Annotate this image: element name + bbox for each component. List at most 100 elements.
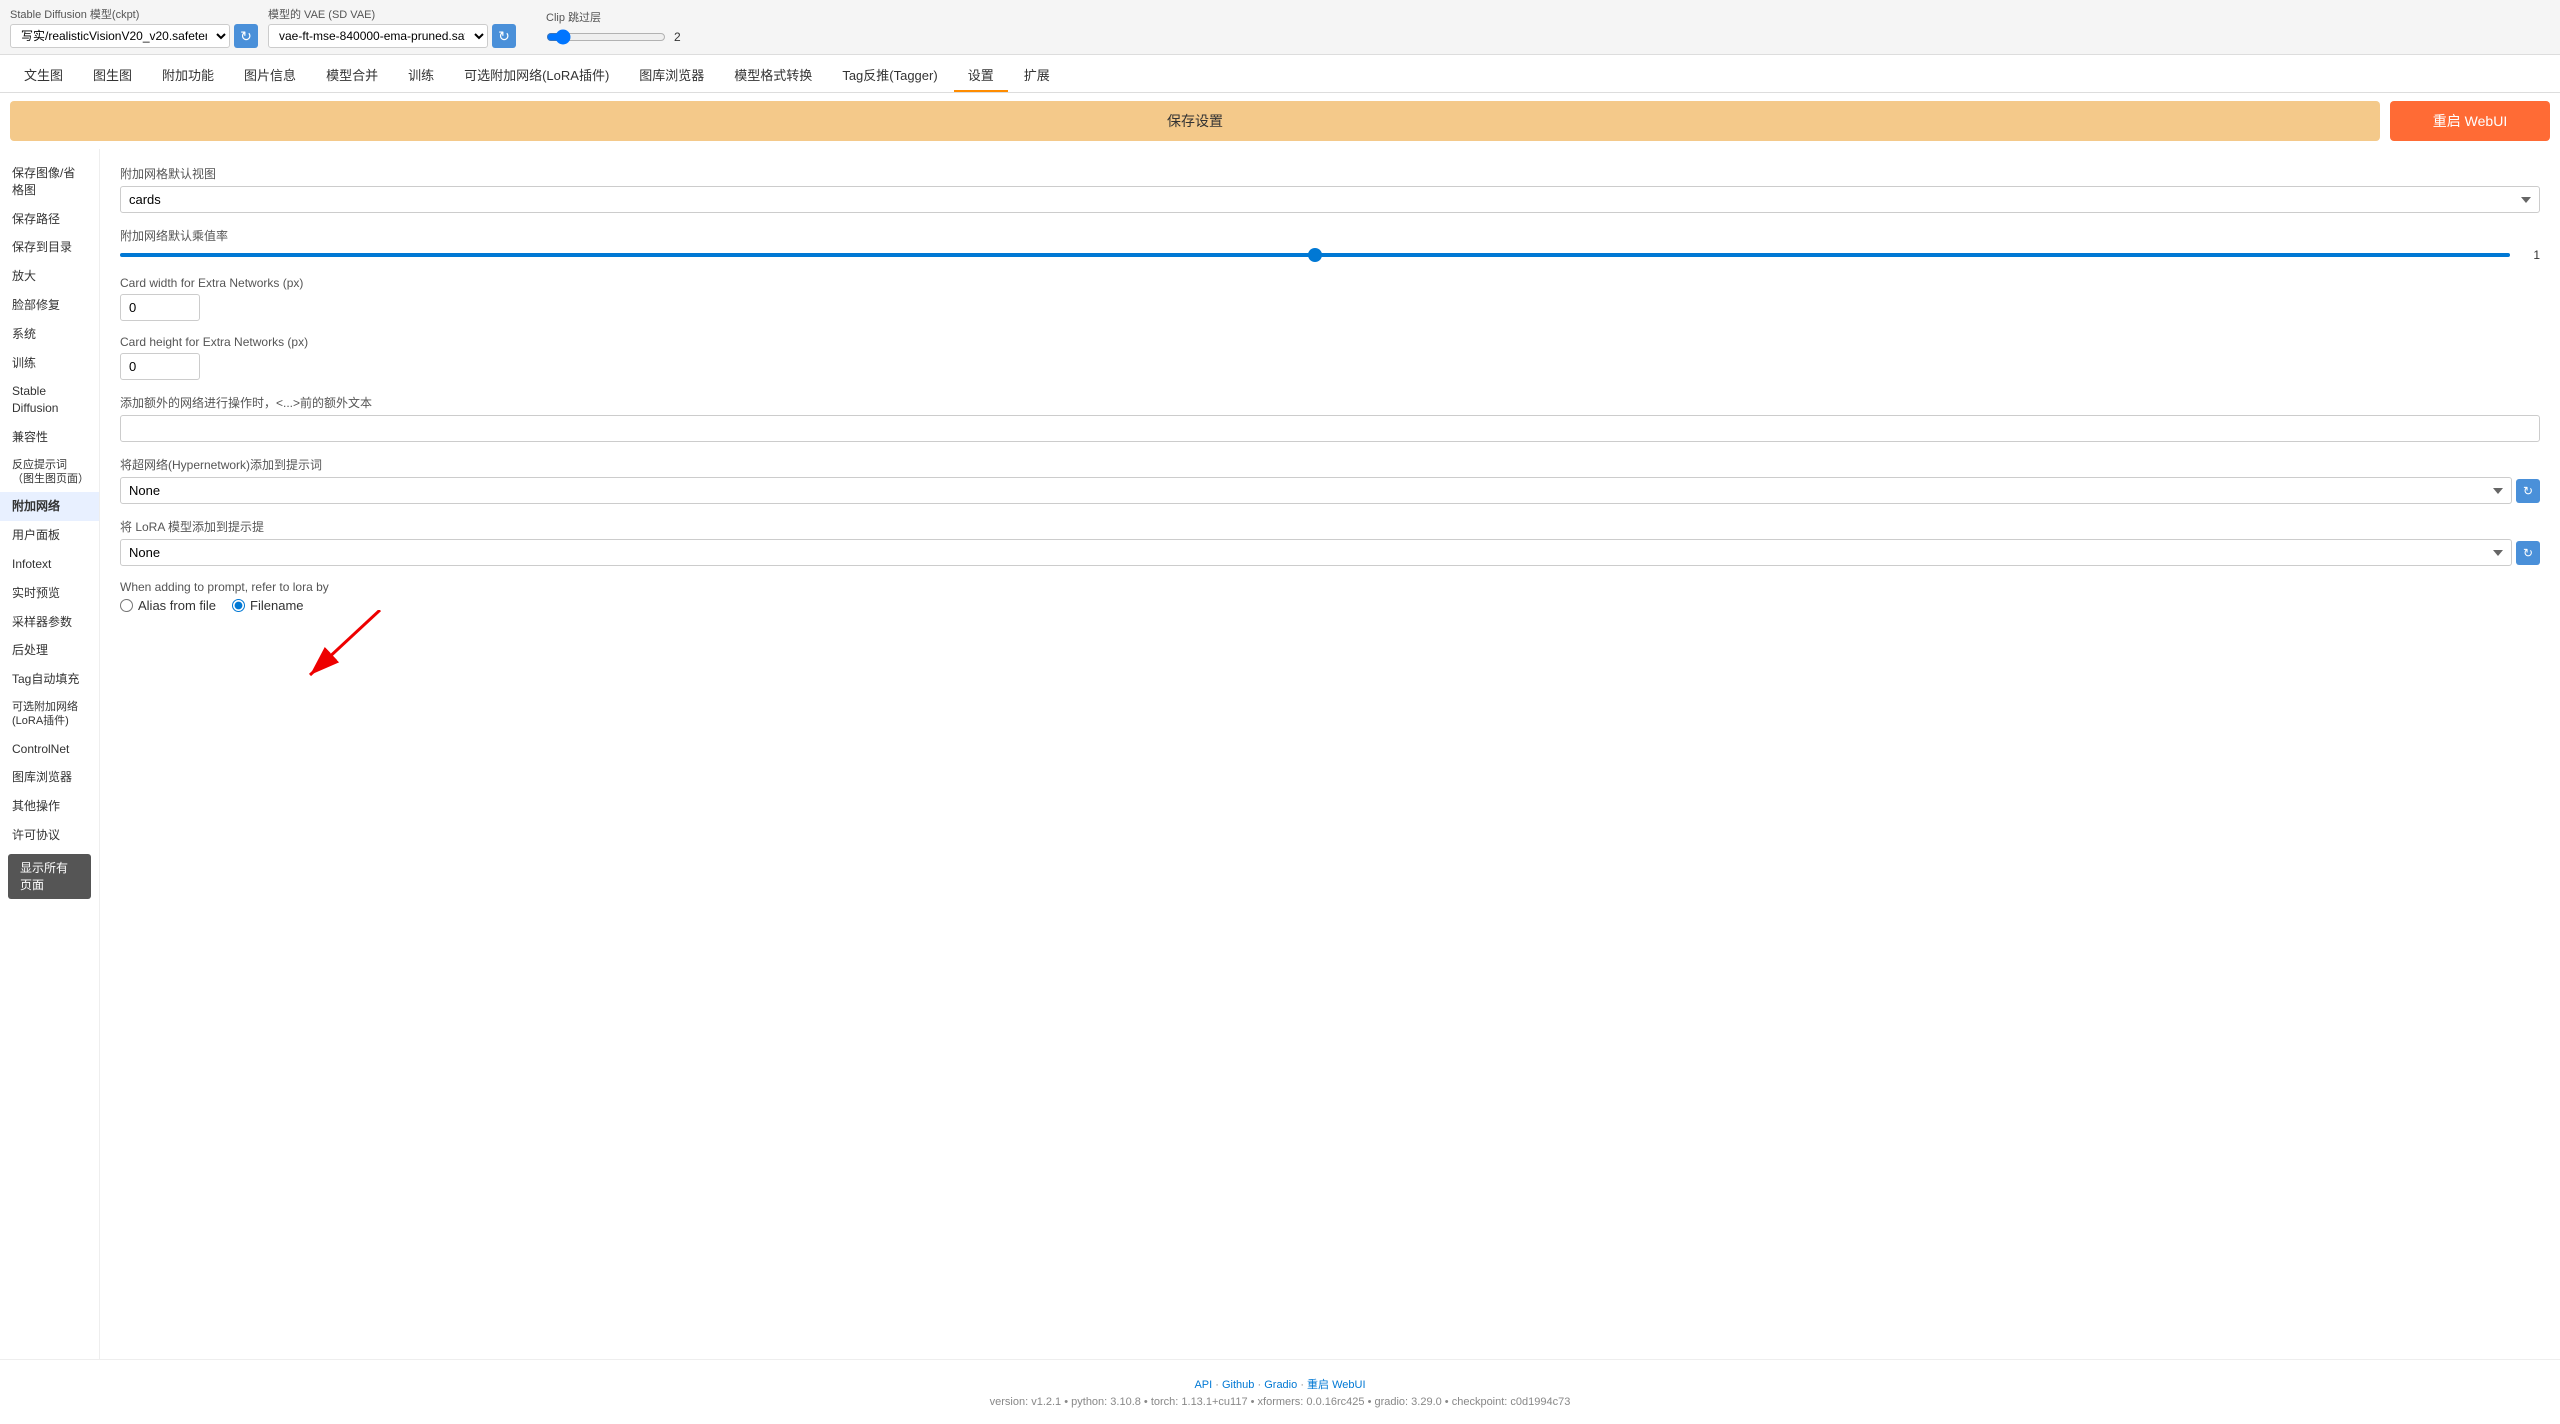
sidebar-item-license[interactable]: 许可协议 (0, 821, 99, 850)
sidebar-item-lora-plugin[interactable]: 可选附加网络(LoRA插件) (0, 694, 99, 735)
lora-refresh-btn[interactable]: ↻ (2516, 541, 2540, 565)
tab-tukuliulan[interactable]: 图库浏览器 (625, 59, 718, 92)
model-select[interactable]: 写实/realisticVisionV20_v20.safetensors [c… (10, 24, 230, 48)
lora-group: 将 LoRA 模型添加到提示提 None ↻ (120, 518, 2540, 566)
default-multiplier-slider-row: 1 (120, 248, 2540, 262)
sidebar-item-sampler-params[interactable]: 采样器参数 (0, 608, 99, 637)
radio-alias-from-file[interactable]: Alias from file (120, 598, 216, 613)
default-multiplier-group: 附加网络默认乘值率 1 (120, 227, 2540, 262)
tab-xunlian[interactable]: 训练 (394, 59, 448, 92)
tab-wenzheng[interactable]: 文生图 (10, 59, 77, 92)
tab-tusheng[interactable]: 图生图 (79, 59, 146, 92)
model-label: Stable Diffusion 模型(ckpt) (10, 6, 258, 22)
sidebar-item-show-all[interactable]: 显示所有页面 (8, 854, 91, 900)
sidebar-item-user-panel[interactable]: 用户面板 (0, 521, 99, 550)
clip-value: 2 (674, 30, 681, 44)
hypernetwork-select[interactable]: None (120, 477, 2512, 504)
footer-github-link[interactable]: Github (1222, 1379, 1254, 1391)
radio-alias-label: Alias from file (138, 598, 216, 613)
sidebar-item-controlnet[interactable]: ControlNet (0, 735, 99, 764)
radio-filename-label: Filename (250, 598, 303, 613)
sidebar-item-extra-networks[interactable]: 附加网络 (0, 492, 99, 521)
clip-label: Clip 跳过层 (546, 9, 681, 25)
sidebar-item-gallery[interactable]: 图库浏览器 (0, 763, 99, 792)
tab-lora[interactable]: 可选附加网络(LoRA插件) (450, 59, 623, 92)
refer-lora-group: When adding to prompt, refer to lora by … (120, 580, 2540, 613)
clip-slider-row: 2 (546, 29, 681, 45)
action-bar: 保存设置 重启 WebUI (0, 93, 2560, 149)
refer-lora-label: When adding to prompt, refer to lora by (120, 580, 2540, 594)
card-height-group: Card height for Extra Networks (px) (120, 335, 2540, 380)
sidebar-item-save-dir[interactable]: 保存到目录 (0, 233, 99, 262)
model-section: Stable Diffusion 模型(ckpt) 写实/realisticVi… (10, 6, 258, 48)
lora-label: 将 LoRA 模型添加到提示提 (120, 518, 2540, 535)
sidebar-item-save-image[interactable]: 保存图像/省格图 (0, 159, 99, 205)
card-width-label: Card width for Extra Networks (px) (120, 276, 2540, 290)
sidebar-item-live-preview[interactable]: 实时预览 (0, 579, 99, 608)
content-area: 附加网格默认视图 cardsthumbslist 附加网络默认乘值率 1 Car… (100, 149, 2560, 1359)
lora-select-wrapper: None ↻ (120, 539, 2540, 566)
sidebar-item-postprocessing[interactable]: 后处理 (0, 636, 99, 665)
sidebar-item-face-restore[interactable]: 脸部修复 (0, 291, 99, 320)
vae-label: 模型的 VAE (SD VAE) (268, 6, 516, 22)
radio-filename-input[interactable] (232, 599, 245, 612)
footer-version-info: version: v1.2.1 • python: 3.10.8 • torch… (16, 1396, 2544, 1408)
sidebar-item-training[interactable]: 训练 (0, 349, 99, 378)
model-refresh-btn[interactable]: ↻ (234, 24, 258, 48)
sidebar-item-save-path[interactable]: 保存路径 (0, 205, 99, 234)
footer-links: API · Github · Gradio · 重启 WebUI (16, 1376, 2544, 1392)
sidebar-item-sd[interactable]: Stable Diffusion (0, 377, 99, 423)
card-height-input[interactable] (120, 353, 200, 380)
hypernetwork-select-wrapper: None ↻ (120, 477, 2540, 504)
sidebar: 保存图像/省格图 保存路径 保存到目录 放大 脸部修复 系统 训练 Stable… (0, 149, 100, 1359)
default-view-group: 附加网格默认视图 cardsthumbslist (120, 165, 2540, 213)
tab-settings[interactable]: 设置 (954, 59, 1008, 92)
tab-tagrecommend[interactable]: Tag反推(Tagger) (828, 59, 951, 92)
save-settings-button[interactable]: 保存设置 (10, 101, 2380, 141)
restart-webui-button[interactable]: 重启 WebUI (2390, 101, 2550, 141)
sidebar-item-interrogate[interactable]: 反应提示词（图生图页面） (0, 452, 99, 493)
tab-kuozhan[interactable]: 扩展 (1010, 59, 1064, 92)
default-multiplier-value: 1 (2520, 248, 2540, 262)
sidebar-item-compat[interactable]: 兼容性 (0, 423, 99, 452)
default-view-select[interactable]: cardsthumbslist (120, 186, 2540, 213)
hypernetwork-label: 将超网络(Hypernetwork)添加到提示词 (120, 456, 2540, 473)
tab-moxinggeshizhuanhuan[interactable]: 模型格式转换 (720, 59, 826, 92)
hypernetwork-refresh-btn[interactable]: ↻ (2516, 479, 2540, 503)
nav-tabs: 文生图 图生图 附加功能 图片信息 模型合并 训练 可选附加网络(LoRA插件)… (0, 55, 2560, 93)
footer-restart-link[interactable]: 重启 WebUI (1307, 1379, 1365, 1391)
card-width-group: Card width for Extra Networks (px) (120, 276, 2540, 321)
sidebar-item-upscale[interactable]: 放大 (0, 262, 99, 291)
default-multiplier-label: 附加网络默认乘值率 (120, 227, 2540, 244)
footer: API · Github · Gradio · 重启 WebUI version… (0, 1359, 2560, 1424)
extra-text-label: 添加额外的网络进行操作时，<...>前的额外文本 (120, 394, 2540, 411)
extra-text-group: 添加额外的网络进行操作时，<...>前的额外文本 (120, 394, 2540, 442)
model-select-row: 写实/realisticVisionV20_v20.safetensors [c… (10, 24, 258, 48)
footer-gradio-link[interactable]: Gradio (1264, 1379, 1297, 1391)
default-view-label: 附加网格默认视图 (120, 165, 2540, 182)
card-width-input[interactable] (120, 294, 200, 321)
hypernetwork-group: 将超网络(Hypernetwork)添加到提示词 None ↻ (120, 456, 2540, 504)
sidebar-item-tag-autocomplete[interactable]: Tag自动填充 (0, 665, 99, 694)
top-bar: Stable Diffusion 模型(ckpt) 写实/realisticVi… (0, 0, 2560, 55)
radio-group-lora: Alias from file Filename (120, 598, 2540, 613)
vae-refresh-btn[interactable]: ↻ (492, 24, 516, 48)
main-layout: 保存图像/省格图 保存路径 保存到目录 放大 脸部修复 系统 训练 Stable… (0, 149, 2560, 1359)
footer-api-link[interactable]: API (1194, 1379, 1212, 1391)
tab-moxinghecheng[interactable]: 模型合并 (312, 59, 392, 92)
radio-filename[interactable]: Filename (232, 598, 303, 613)
tab-fujia[interactable]: 附加功能 (148, 59, 228, 92)
vae-select[interactable]: vae-ft-mse-840000-ema-pruned.safetensors (268, 24, 488, 48)
extra-text-input[interactable] (120, 415, 2540, 442)
clip-section: Clip 跳过层 2 (546, 9, 681, 45)
radio-alias-input[interactable] (120, 599, 133, 612)
clip-slider[interactable] (546, 29, 666, 45)
lora-select[interactable]: None (120, 539, 2512, 566)
default-multiplier-slider[interactable] (120, 253, 2510, 257)
sidebar-item-system[interactable]: 系统 (0, 320, 99, 349)
vae-select-row: vae-ft-mse-840000-ema-pruned.safetensors… (268, 24, 516, 48)
red-arrow-annotation (280, 610, 400, 693)
sidebar-item-infotext[interactable]: Infotext (0, 550, 99, 579)
tab-tupianxinxi[interactable]: 图片信息 (230, 59, 310, 92)
sidebar-item-other-ops[interactable]: 其他操作 (0, 792, 99, 821)
